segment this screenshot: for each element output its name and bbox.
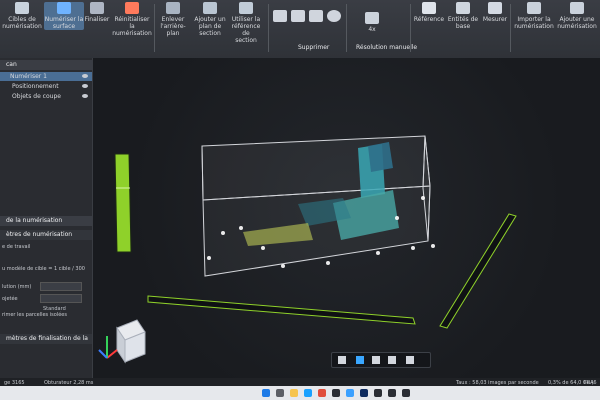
delete-tools [272,10,344,36]
circle-select-icon [327,10,341,22]
cube-icon[interactable] [356,356,364,364]
remove-background-icon [166,2,180,14]
tree-item-label: Positionnement [12,83,59,90]
tree-item-label: Numériser 1 [10,73,47,80]
brush-icon [273,10,287,22]
finalization-title: mètres de finalisation de la [0,334,92,344]
scan-surface-icon [57,2,71,14]
reset-scan-icon [125,2,139,14]
app-icon[interactable] [374,389,382,397]
workspace-label: e de travail [2,244,31,250]
green-platform-left [114,153,132,253]
view-cube[interactable] [98,319,146,364]
3d-viewport[interactable] [93,58,600,378]
finalize-icon [90,2,104,14]
resolution-field[interactable]: 100 [40,282,82,300]
base-entities-icon [456,2,470,14]
eye-icon[interactable] [82,74,88,78]
panel-title: de la numérisation [0,216,92,226]
grid-icon[interactable] [406,356,414,364]
folder-icon[interactable] [290,389,298,397]
separator [346,4,347,52]
triangle-points-icon [365,12,379,24]
scene-svg [98,135,517,364]
app-icon[interactable] [388,389,396,397]
app-icon[interactable] [402,389,410,397]
scan-surface-button[interactable]: Numériser la surface [44,2,84,30]
eye-icon[interactable] [82,84,88,88]
separator [154,4,155,52]
resolution-label: lution (mm) [2,284,32,290]
finalize-button[interactable]: Finaliser [85,2,109,23]
tree-item-positioning[interactable]: Positionnement [0,82,92,91]
tree-item-cut-objects[interactable]: Objets de coupe [0,92,92,101]
tree-item-label: Objets de coupe [12,93,61,100]
reset-scan-button[interactable]: Réinitialiser la numérisation [112,2,152,37]
target-model-label: u modèle de cible = 1 cible / 300 [2,266,85,272]
measure-icon [488,2,502,14]
sidebar-header: can [0,60,92,70]
lasso-icon [291,10,305,22]
app-icon[interactable] [332,389,340,397]
sidebar: can Numériser 1 Positionnement Objets de… [0,58,93,378]
separator [268,4,269,52]
display-mode-icon[interactable] [388,356,396,364]
app-icon[interactable] [360,389,368,397]
browser-icon[interactable] [304,389,312,397]
import-scan-icon [527,2,541,14]
measure-button[interactable]: Mesurer [482,2,508,23]
resolution-control[interactable]: 4x [352,12,392,33]
delete-tool-1[interactable] [272,10,288,24]
projected-field[interactable]: Standard [40,294,82,312]
remove-patches-label: rimer les parcelles isolées [2,312,67,318]
app-icon[interactable] [346,389,354,397]
eye-icon[interactable] [82,94,88,98]
add-section-plane-button[interactable]: Ajouter un plan de section [194,2,226,37]
delete-tool-2[interactable] [290,10,306,24]
panel-subtitle: ètres de numérisation [0,230,92,240]
delete-tool-4[interactable] [326,10,342,24]
targets-icon [15,2,29,14]
add-scan-button[interactable]: Ajouter une numérisation [556,2,598,30]
delete-tool-3[interactable] [308,10,324,24]
group-resolution-label: Résolution manuelle [356,44,418,51]
add-section-plane-icon [203,2,217,14]
search-icon[interactable] [276,389,284,397]
reference-button[interactable]: Référence [414,2,444,23]
reference-icon [422,2,436,14]
rail-right [439,213,517,329]
lighting-icon[interactable] [372,356,380,364]
eraser-icon [309,10,323,22]
scan-targets-button[interactable]: Cibles de numérisation [2,2,42,30]
remove-background-button[interactable]: Enlever l'arrière-plan [156,2,190,37]
base-entities-button[interactable]: Entités de base [446,2,480,30]
separator [410,4,411,52]
add-scan-icon [570,2,584,14]
app-icon[interactable] [318,389,326,397]
projected-label: ojetée [2,296,18,302]
use-section-reference-icon [239,2,253,14]
import-scan-button[interactable]: Importer la numérisation [512,2,556,30]
viewport-mini-toolbar [331,352,431,368]
use-section-reference-button[interactable]: Utiliser la référence de section [228,2,264,44]
ribbon-toolbar: Cibles de numérisation Numériser la surf… [0,0,600,59]
group-supprimer-label: Supprimer [298,44,330,51]
taskbar [0,386,600,400]
start-icon[interactable] [262,389,270,397]
tree-item-scan[interactable]: Numériser 1 [0,72,92,81]
camera-icon[interactable] [338,356,346,364]
rail-front [147,295,416,325]
separator [510,4,511,52]
